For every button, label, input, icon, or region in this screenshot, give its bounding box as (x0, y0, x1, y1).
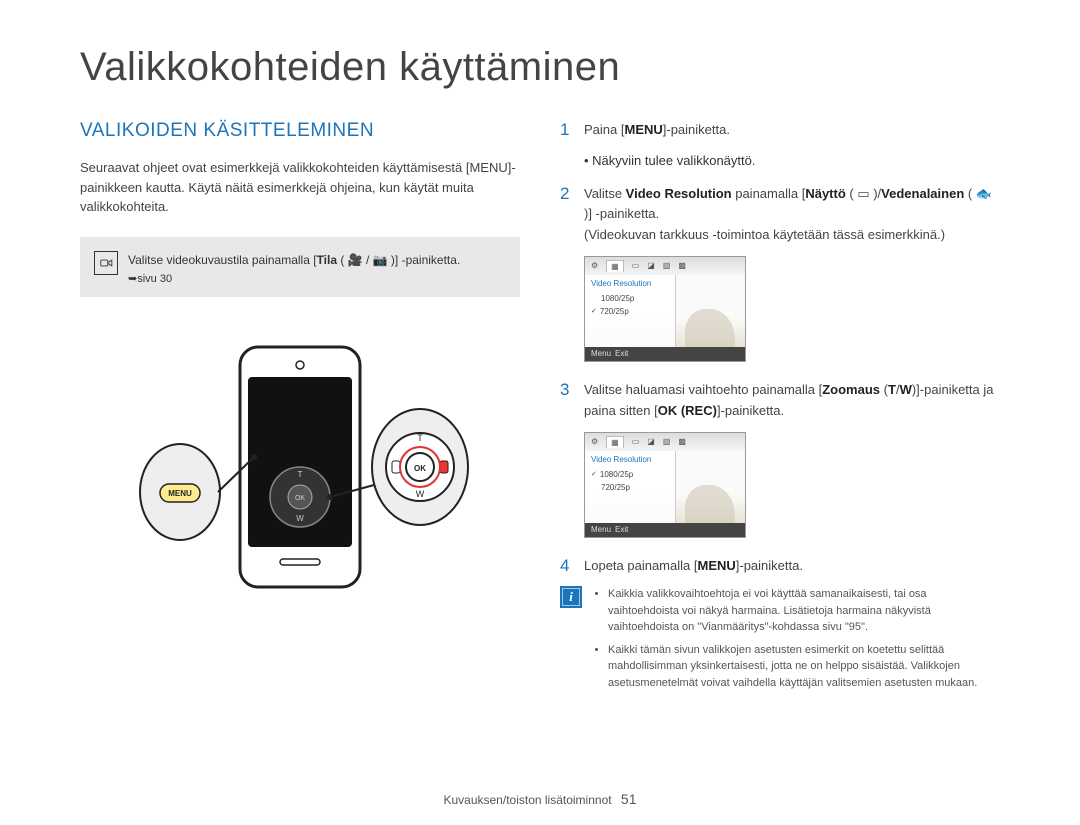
tab-video-icon: ▦ (606, 260, 624, 272)
settings-gear-icon: ⚙ (591, 437, 598, 446)
svg-text:T: T (417, 433, 423, 443)
menu-item-selected: 1080/25p (585, 468, 675, 481)
step-number: 1 (560, 120, 574, 141)
tab-icon: ▧ (663, 437, 671, 446)
menu-item-selected: 720/25p (585, 305, 675, 318)
exit-label: Exit (615, 525, 628, 534)
note-box: i Kaikkia valikkovaihtoehtoja ei voi käy… (560, 586, 1000, 697)
page-title: Valikkokohteiden käyttäminen (80, 45, 1000, 90)
device-illustration: T W OK MENU (80, 337, 520, 597)
menu-tag: Menu (591, 525, 611, 534)
step-2: 2 Valitse Video Resolution painamalla [N… (560, 184, 1000, 246)
screen-mock-2: ⚙ ▦ ▭ ◪ ▧ ▩ Video Resolution 1080/25p 72… (584, 432, 746, 538)
exit-label: Exit (615, 349, 628, 358)
svg-text:W: W (296, 514, 304, 523)
menu-item: 720/25p (585, 481, 675, 494)
section-heading: VALIKOIDEN KÄSITTELEMINEN (80, 120, 520, 142)
note-item: Kaikkia valikkovaihtoehtoja ei voi käytt… (608, 586, 1000, 636)
tab-icon: ◪ (647, 437, 655, 446)
footer: Kuvauksen/toiston lisätoiminnot 51 (0, 791, 1080, 807)
menu-header: Video Resolution (585, 277, 675, 292)
svg-text:T: T (298, 470, 303, 479)
page-number: 51 (621, 791, 637, 807)
note-icon: i (560, 586, 582, 608)
tab-video-icon: ▦ (606, 436, 624, 448)
step-number: 2 (560, 184, 574, 246)
tab-icon: ◪ (647, 261, 655, 270)
step-1-sub: • Näkyviin tulee valikkonäyttö. (584, 151, 1000, 172)
tab-icon: ▭ (632, 437, 640, 446)
menu-item: 1080/25p (585, 292, 675, 305)
tab-icon: ▧ (663, 261, 671, 270)
note-item: Kaikki tämän sivun valikkojen asetusten … (608, 642, 1000, 692)
tab-icon: ▩ (678, 437, 686, 446)
callout-text: Valitse videokuvaustila painamalla [Tila… (128, 251, 460, 288)
page-ref: ➥sivu 30 (128, 273, 172, 285)
svg-text:OK: OK (295, 495, 305, 502)
svg-text:MENU: MENU (168, 489, 192, 498)
svg-text:W: W (416, 489, 425, 499)
callout-box: Valitse videokuvaustila painamalla [Tila… (80, 237, 520, 298)
svg-text:OK: OK (414, 464, 426, 473)
intro-paragraph: Seuraavat ohjeet ovat esimerkkejä valikk… (80, 158, 520, 217)
step-3: 3 Valitse haluamasi vaihtoehto painamall… (560, 380, 1000, 422)
step-4: 4 Lopeta painamalla [MENU]-painiketta. (560, 556, 1000, 577)
tab-icon: ▩ (678, 261, 686, 270)
tab-icon: ▭ (632, 261, 640, 270)
step-number: 4 (560, 556, 574, 577)
menu-tag: Menu (591, 349, 611, 358)
video-mode-icon (94, 251, 118, 275)
menu-header: Video Resolution (585, 453, 675, 468)
footer-section: Kuvauksen/toiston lisätoiminnot (443, 793, 611, 807)
screen-mock-1: ⚙ ▦ ▭ ◪ ▧ ▩ Video Resolution 1080/25p 72… (584, 256, 746, 362)
step-1: 1 Paina [MENU]-painiketta. (560, 120, 1000, 141)
step-number: 3 (560, 380, 574, 422)
settings-gear-icon: ⚙ (591, 261, 598, 270)
